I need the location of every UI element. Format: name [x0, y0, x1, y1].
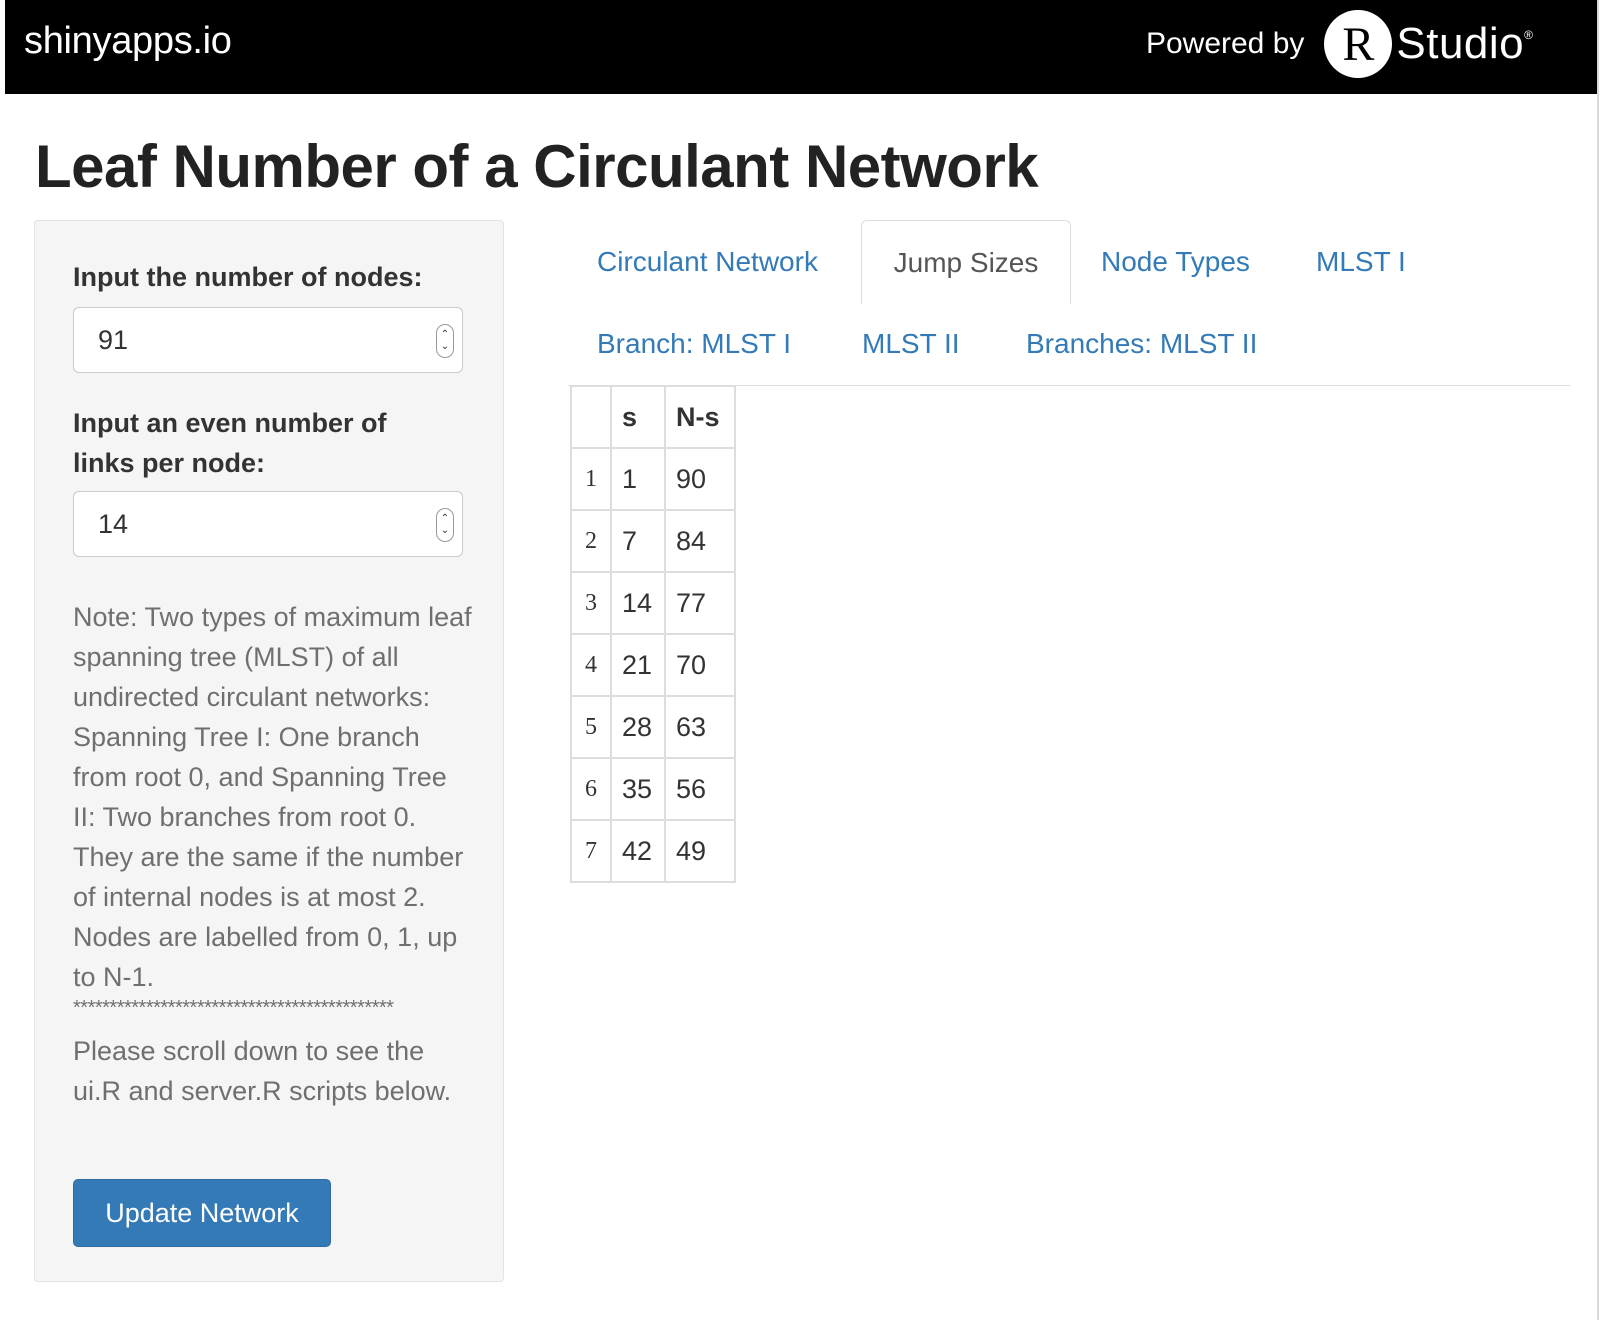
powered-by-rstudio[interactable]: Powered by R Studio ®	[1146, 8, 1533, 80]
nodes-stepper-icon[interactable]: ⌃ ⌄	[436, 324, 454, 358]
sidebar-panel: Input the number of nodes: 91 ⌃ ⌄ Input a…	[34, 220, 504, 1282]
app-frame: shinyapps.io Powered by R Studio ® Leaf …	[5, 0, 1599, 1320]
cell-n-s: 56	[664, 757, 736, 821]
cell-s: 21	[610, 633, 666, 697]
cell-s: 35	[610, 757, 666, 821]
scroll-note-text: Please scroll down to see the ui.R and s…	[73, 1036, 452, 1106]
rstudio-wordmark: Studio	[1396, 19, 1525, 68]
note-text: Note: Two types of maximum leaf spanning…	[73, 602, 472, 992]
table-header-n-s: N-s	[664, 385, 736, 449]
table-row: 3 14 77	[570, 571, 736, 635]
cell-s: 7	[610, 509, 666, 573]
brand-link[interactable]: shinyapps.io	[24, 20, 232, 63]
links-input[interactable]: 14 ⌃ ⌄	[73, 491, 463, 557]
cell-n-s: 49	[664, 819, 736, 883]
table-header-s: s	[610, 385, 666, 449]
row-index: 1	[570, 447, 612, 511]
links-input-value: 14	[98, 509, 129, 539]
cell-s: 28	[610, 695, 666, 759]
table-row: 6 35 56	[570, 757, 736, 821]
tab-jump-sizes[interactable]: Jump Sizes	[861, 220, 1071, 304]
divider-stars: ****************************************…	[73, 997, 394, 1019]
cell-n-s: 63	[664, 695, 736, 759]
tab-branches-mlst-ii[interactable]: Branches: MLST II	[1026, 326, 1257, 362]
jump-sizes-table: s N-s 1 1 90 2 7 84 3 14 77 4 21 70 5 28…	[570, 385, 736, 883]
links-label-line2: links per node:	[73, 448, 266, 478]
cell-n-s: 77	[664, 571, 736, 635]
row-index: 4	[570, 633, 612, 697]
tab-circulant-network[interactable]: Circulant Network	[597, 244, 818, 280]
powered-by-text: Powered by	[1145, 27, 1305, 60]
row-index: 7	[570, 819, 612, 883]
cell-s: 42	[610, 819, 666, 883]
table-row: 1 1 90	[570, 447, 736, 511]
table-row: 7 42 49	[570, 819, 736, 883]
row-index: 2	[570, 509, 612, 573]
registered-mark: ®	[1524, 28, 1533, 42]
rstudio-logo-icon: R	[1324, 10, 1393, 78]
tab-branch-mlst-i[interactable]: Branch: MLST I	[597, 326, 791, 362]
table-header-row: s N-s	[570, 385, 736, 449]
cell-s: 14	[610, 571, 666, 635]
tab-node-types[interactable]: Node Types	[1101, 244, 1250, 280]
top-bar: shinyapps.io Powered by R Studio ®	[5, 0, 1597, 94]
row-index: 5	[570, 695, 612, 759]
row-index: 6	[570, 757, 612, 821]
cell-n-s: 90	[664, 447, 736, 511]
table-row: 5 28 63	[570, 695, 736, 759]
table-row: 4 21 70	[570, 633, 736, 697]
links-stepper-icon[interactable]: ⌃ ⌄	[436, 508, 454, 542]
update-network-button[interactable]: Update Network	[73, 1179, 331, 1247]
table-header-index	[570, 385, 612, 449]
nodes-input[interactable]: 91 ⌃ ⌄	[73, 307, 463, 373]
row-index: 3	[570, 571, 612, 635]
tab-mlst-i[interactable]: MLST I	[1316, 244, 1406, 280]
page-title: Leaf Number of a Circulant Network	[35, 133, 1039, 200]
cell-n-s: 84	[664, 509, 736, 573]
cell-n-s: 70	[664, 633, 736, 697]
table-row: 2 7 84	[570, 509, 736, 573]
tab-mlst-ii[interactable]: MLST II	[862, 326, 960, 362]
links-label-line1: Input an even number of	[73, 408, 387, 438]
nodes-input-value: 91	[98, 325, 129, 355]
nodes-label: Input the number of nodes:	[73, 262, 423, 292]
cell-s: 1	[610, 447, 666, 511]
